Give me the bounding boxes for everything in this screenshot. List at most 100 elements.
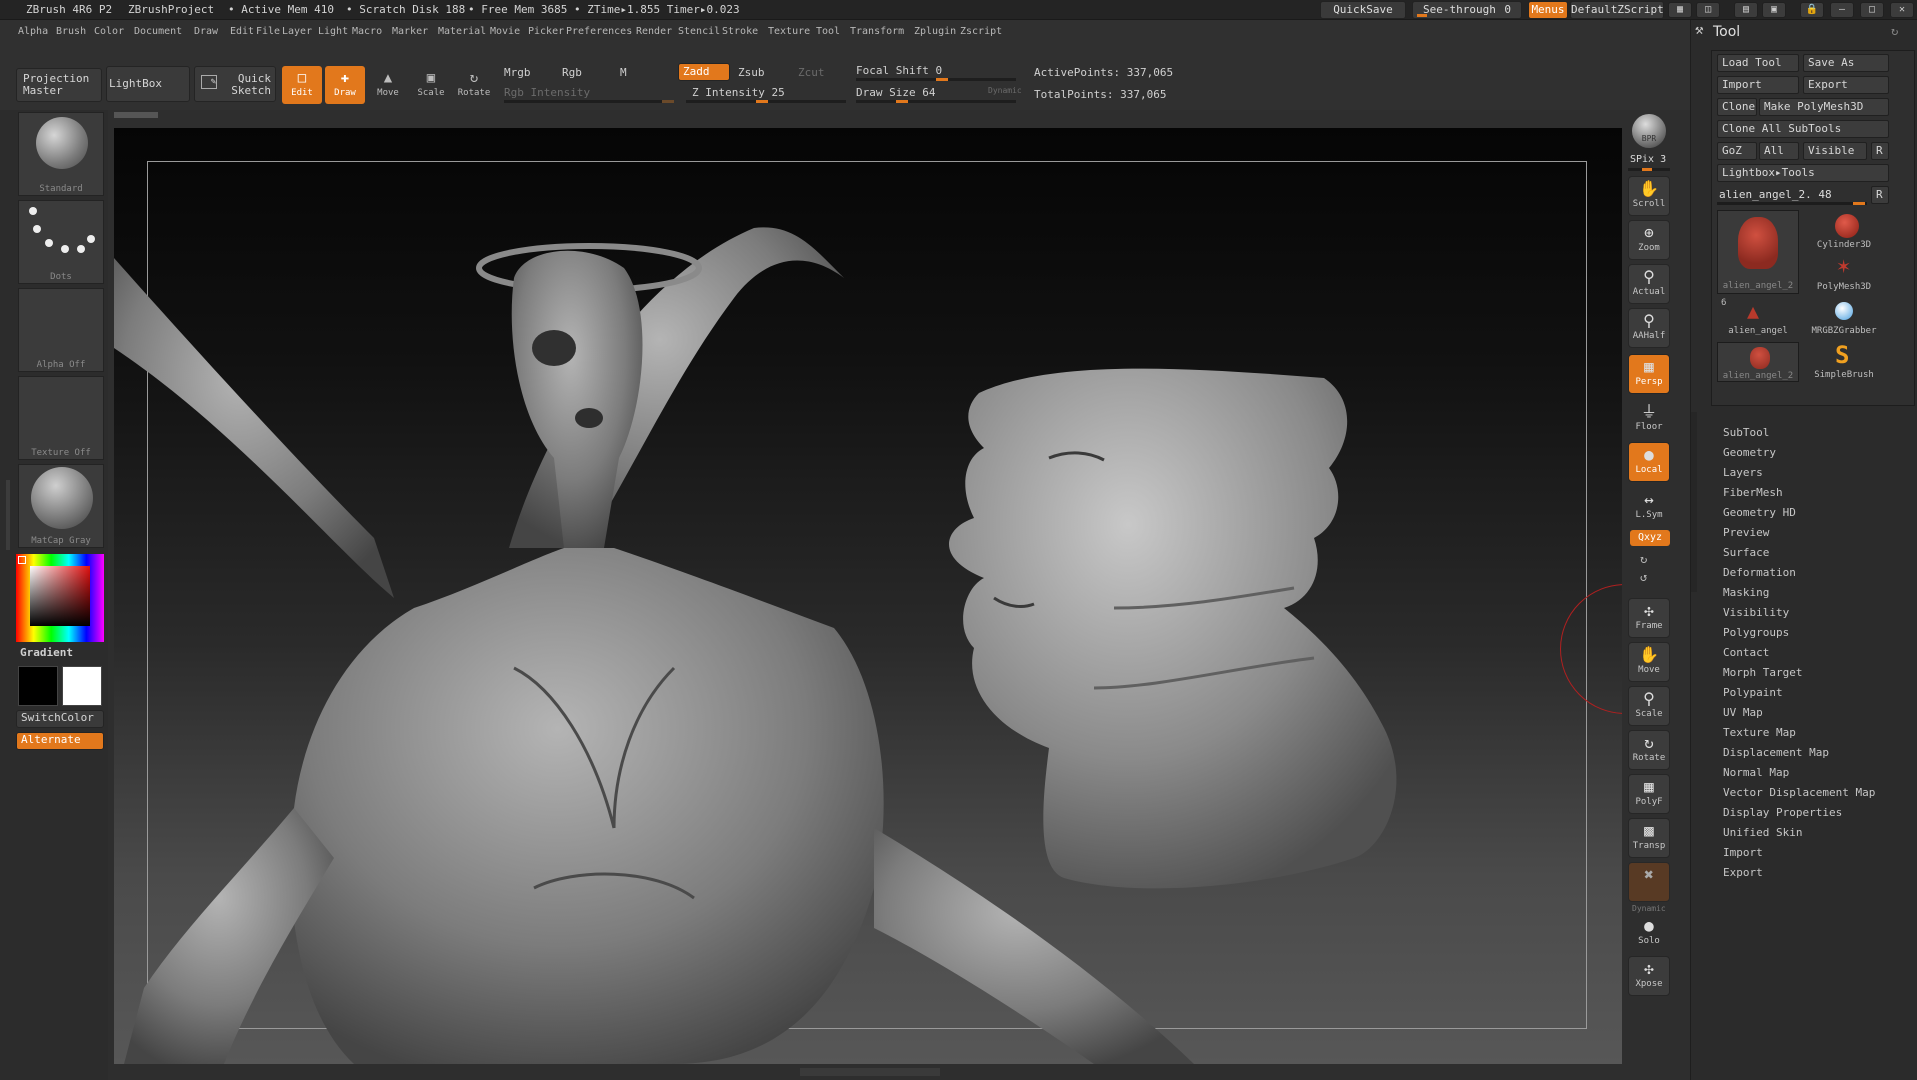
actual-button[interactable]: ⚲ Actual [1628, 264, 1670, 304]
z-intensity-track[interactable] [686, 100, 846, 103]
menu-movie[interactable]: Movie [490, 26, 520, 37]
subpalette-polypaint[interactable]: Polypaint [1723, 686, 1783, 699]
move-tool[interactable]: ▲ Move [368, 66, 408, 104]
gradient-toggle[interactable]: Gradient [20, 646, 73, 659]
brush-selector[interactable]: Standard [18, 112, 104, 196]
load-tool-button[interactable]: Load Tool [1717, 54, 1799, 72]
menu-draw[interactable]: Draw [194, 26, 218, 37]
maximize-icon[interactable]: □ [1860, 2, 1884, 18]
qxyz-button[interactable]: Qxyz [1630, 530, 1670, 546]
m-button[interactable]: M [620, 66, 627, 79]
subpalette-import[interactable]: Import [1723, 846, 1763, 859]
material-selector[interactable]: MatCap Gray [18, 464, 104, 548]
switchcolor-button[interactable]: SwitchColor [16, 710, 104, 728]
menu-light[interactable]: Light [318, 26, 348, 37]
draw-tool[interactable]: ✚ Draw [325, 66, 365, 104]
layout-switch-icon[interactable]: ◫ [1696, 2, 1720, 18]
rgb-intensity-slider[interactable]: Rgb Intensity [504, 86, 590, 99]
move-view-button[interactable]: ✋ Move [1628, 642, 1670, 682]
mrgb-button[interactable]: Mrgb [504, 66, 531, 79]
xpose-button[interactable]: ✣ Xpose [1628, 956, 1670, 996]
import-button[interactable]: Import [1717, 76, 1799, 94]
menu-file[interactable]: File [256, 26, 280, 37]
refresh-icon[interactable]: ↻ [1891, 24, 1898, 38]
subpalette-subtool[interactable]: SubTool [1723, 426, 1769, 439]
spix-track[interactable] [1628, 168, 1670, 171]
lock-icon[interactable]: 🔒 [1800, 2, 1824, 18]
dock-icon[interactable]: ▣ [1762, 2, 1786, 18]
menu-preferences[interactable]: Preferences [566, 26, 632, 37]
menu-zscript[interactable]: Zscript [960, 26, 1002, 37]
focal-shift-slider[interactable]: Focal Shift 0 [856, 64, 942, 77]
document-canvas[interactable] [114, 128, 1622, 1064]
subpalette-visibility[interactable]: Visibility [1723, 606, 1789, 619]
subpalette-morph-target[interactable]: Morph Target [1723, 666, 1802, 679]
color-square[interactable] [30, 566, 90, 626]
canvas-bottom-scroll[interactable] [800, 1068, 940, 1076]
subpalette-polygroups[interactable]: Polygroups [1723, 626, 1789, 639]
menu-picker[interactable]: Picker [528, 26, 564, 37]
spix-slider[interactable]: SPix 3 [1630, 154, 1666, 165]
main-color-swatch[interactable] [18, 666, 58, 706]
ghost-button[interactable]: ✖ [1628, 862, 1670, 902]
floor-button[interactable]: ⏚ Floor [1628, 400, 1670, 440]
subpalette-fibermesh[interactable]: FiberMesh [1723, 486, 1783, 499]
subpalette-export[interactable]: Export [1723, 866, 1763, 879]
subpalette-display-properties[interactable]: Display Properties [1723, 806, 1842, 819]
layout-icon[interactable]: ▦ [1668, 2, 1692, 18]
menu-stencil[interactable]: Stencil [678, 26, 720, 37]
subpalette-surface[interactable]: Surface [1723, 546, 1769, 559]
goz-button[interactable]: GoZ [1717, 142, 1757, 160]
current-tool-track[interactable] [1717, 202, 1867, 205]
scroll-button[interactable]: ✋ Scroll [1628, 176, 1670, 216]
palette-icon[interactable]: ▤ [1734, 2, 1758, 18]
menu-zplugin[interactable]: Zplugin [914, 26, 956, 37]
tool-thumb-alien-angel[interactable]: ▲ alien_angel [1717, 298, 1799, 338]
draw-size-slider[interactable]: Draw Size 64 [856, 86, 935, 99]
zoom-button[interactable]: ⊕ Zoom [1628, 220, 1670, 260]
tool-palette-title[interactable]: Tool [1713, 24, 1740, 40]
rotate-axis-alt-icon[interactable]: ↺ [1640, 570, 1647, 584]
persp-button[interactable]: ▦ Persp [1628, 354, 1670, 394]
subpalette-masking[interactable]: Masking [1723, 586, 1769, 599]
focal-shift-track[interactable] [856, 78, 1016, 81]
lsym-button[interactable]: ↔ L.Sym [1628, 488, 1670, 528]
lightbox-tools-button[interactable]: Lightbox▸Tools [1717, 164, 1889, 182]
goz-visible-button[interactable]: Visible [1803, 142, 1867, 160]
bpr-button[interactable]: BPR [1632, 114, 1666, 148]
current-tool-r-button[interactable]: R [1871, 186, 1889, 204]
clone-all-subtools-button[interactable]: Clone All SubTools [1717, 120, 1889, 138]
subpalette-displacement-map[interactable]: Displacement Map [1723, 746, 1829, 759]
subpalette-deformation[interactable]: Deformation [1723, 566, 1796, 579]
menu-alpha[interactable]: Alpha [18, 26, 48, 37]
subpalette-layers[interactable]: Layers [1723, 466, 1763, 479]
aahalf-button[interactable]: ⚲ AAHalf [1628, 308, 1670, 348]
zcut-button[interactable]: Zcut [798, 66, 825, 79]
goz-all-button[interactable]: All [1759, 142, 1799, 160]
subpalette-vector-displacement-map[interactable]: Vector Displacement Map [1723, 786, 1875, 799]
menus-button[interactable]: Menus [1528, 1, 1568, 19]
clone-button[interactable]: Clone [1717, 98, 1757, 116]
z-intensity-slider[interactable]: Z Intensity 25 [692, 86, 785, 99]
make-polymesh-button[interactable]: Make PolyMesh3D [1759, 98, 1889, 116]
zadd-button[interactable]: Zadd [678, 63, 730, 81]
menu-color[interactable]: Color [94, 26, 124, 37]
quick-sketch-button[interactable]: ✎ Quick Sketch [194, 66, 276, 102]
default-zscript-button[interactable]: DefaultZScript [1570, 1, 1664, 19]
tool-thumb-alien-angel-2-small[interactable]: alien_angel_2 [1717, 342, 1799, 382]
subpalette-unified-skin[interactable]: Unified Skin [1723, 826, 1802, 839]
tool-thumb-cylinder3d[interactable]: Cylinder3D [1803, 212, 1885, 252]
zsub-button[interactable]: Zsub [738, 66, 765, 79]
current-tool-slider[interactable]: alien_angel_2. 48 [1719, 188, 1832, 201]
close-icon[interactable]: ✕ [1890, 2, 1914, 18]
rotate-view-button[interactable]: ↻ Rotate [1628, 730, 1670, 770]
tool-thumb-mrgbzgrabber[interactable]: MRGBZGrabber [1803, 298, 1885, 338]
menu-render[interactable]: Render [636, 26, 672, 37]
left-tray-divider[interactable] [6, 480, 10, 550]
menu-document[interactable]: Document [134, 26, 182, 37]
scale-tool[interactable]: ▣ Scale [411, 66, 451, 104]
texture-selector[interactable]: Texture Off [18, 376, 104, 460]
minimize-icon[interactable]: — [1830, 2, 1854, 18]
alternate-button[interactable]: Alternate [16, 732, 104, 750]
menu-texture[interactable]: Texture [768, 26, 810, 37]
